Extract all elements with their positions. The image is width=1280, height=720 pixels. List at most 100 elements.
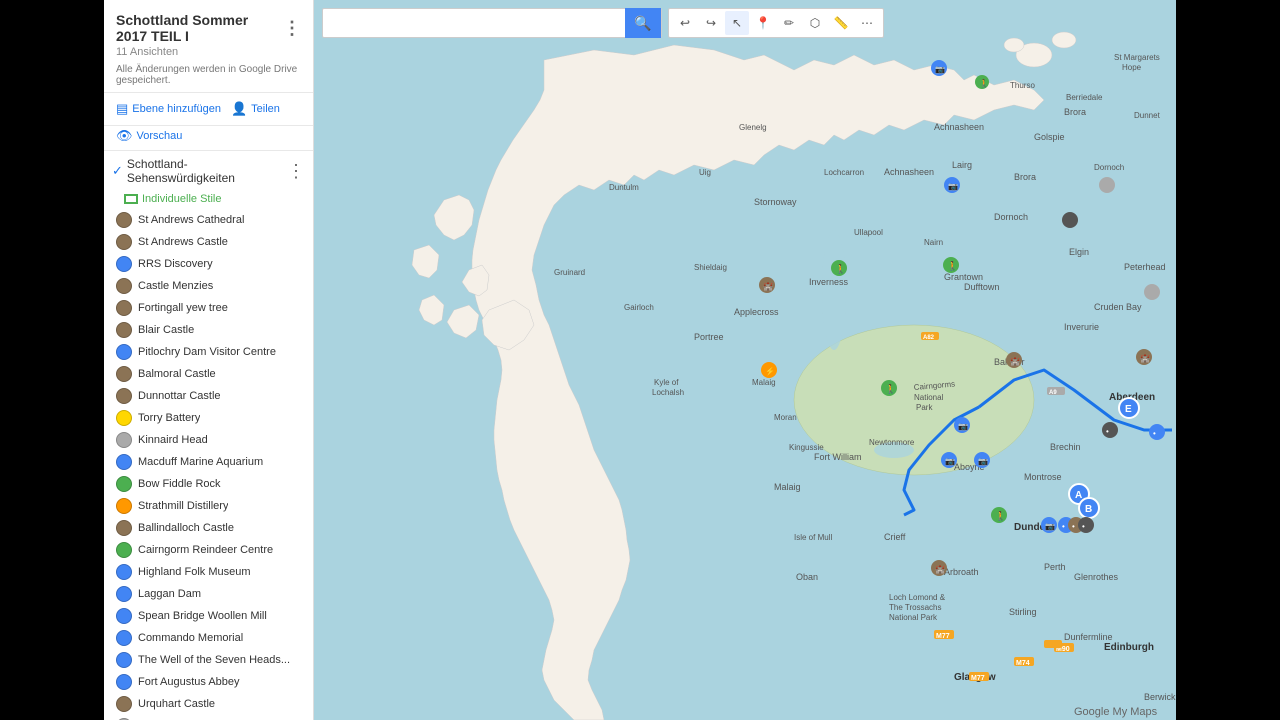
sidebar-actions: ▤ Ebene hinzufügen 👤 Teilen	[104, 93, 313, 126]
svg-text:Kyle of: Kyle of	[654, 378, 679, 387]
poi-item[interactable]: Bow Fiddle Rock	[104, 473, 313, 495]
poi-item[interactable]: Balmoral Castle	[104, 363, 313, 385]
poi-name: Strathmill Distillery	[138, 500, 228, 512]
preview-button[interactable]: 👁 Vorschau	[116, 128, 182, 144]
layer-menu-icon[interactable]: ⋮	[287, 162, 305, 180]
poi-item[interactable]: St Andrews Castle	[104, 231, 313, 253]
add-area-button[interactable]: ⬡	[803, 11, 827, 35]
poi-item[interactable]: Ballindalloch Castle	[104, 517, 313, 539]
poi-item[interactable]: Spean Bridge Woollen Mill	[104, 605, 313, 627]
ruler-button[interactable]: 📏	[829, 11, 853, 35]
poi-icon	[116, 322, 132, 338]
svg-text:Ullapool: Ullapool	[854, 228, 883, 237]
svg-text:🏰: 🏰	[935, 565, 945, 574]
svg-text:•: •	[1072, 522, 1075, 531]
poi-name: Bow Fiddle Rock	[138, 478, 221, 490]
search-input[interactable]	[323, 16, 625, 31]
svg-text:Stirling: Stirling	[1009, 607, 1037, 617]
share-button[interactable]: 👤 Teilen	[231, 101, 280, 117]
poi-item[interactable]: Cairngorm Reindeer Centre	[104, 539, 313, 561]
svg-text:Malaig: Malaig	[752, 378, 776, 387]
svg-text:Inverness: Inverness	[809, 277, 849, 287]
add-marker-button[interactable]: 📍	[751, 11, 775, 35]
svg-text:🏰: 🏰	[1010, 357, 1020, 366]
svg-text:Achnasheen: Achnasheen	[884, 167, 934, 177]
svg-text:National Park: National Park	[889, 613, 938, 622]
svg-text:Dornoch: Dornoch	[1094, 163, 1124, 172]
svg-text:A9: A9	[1049, 390, 1057, 396]
svg-text:Glenelg: Glenelg	[739, 123, 767, 132]
redo-button[interactable]: ↪	[699, 11, 723, 35]
svg-text:Hope: Hope	[1122, 63, 1142, 72]
poi-icon	[116, 256, 132, 272]
poi-item[interactable]: Castle Menzies	[104, 275, 313, 297]
svg-text:Nairn: Nairn	[924, 238, 943, 247]
svg-text:Golspie: Golspie	[1034, 132, 1065, 142]
poi-name: Commando Memorial	[138, 632, 243, 644]
svg-text:Lochcarron: Lochcarron	[824, 168, 864, 177]
share-label: Teilen	[251, 103, 280, 115]
svg-text:📷: 📷	[948, 182, 958, 191]
poi-icon	[116, 234, 132, 250]
poi-icon	[116, 300, 132, 316]
poi-icon	[116, 586, 132, 602]
poi-item[interactable]: Dunnottar Castle	[104, 385, 313, 407]
svg-text:Portree: Portree	[694, 332, 724, 342]
poi-icon	[116, 344, 132, 360]
poi-item[interactable]: Blair Castle	[104, 319, 313, 341]
poi-name: Kinnaird Head	[138, 434, 208, 446]
poi-item[interactable]: Tarbat Ness Lighthouse	[104, 715, 313, 720]
cursor-button[interactable]: ↖	[725, 11, 749, 35]
add-line-button[interactable]: ✏	[777, 11, 801, 35]
poi-item[interactable]: Torry Battery	[104, 407, 313, 429]
svg-text:St Margarets: St Margarets	[1114, 53, 1160, 62]
poi-item[interactable]: Fortingall yew tree	[104, 297, 313, 319]
add-layer-button[interactable]: ▤ Ebene hinzufügen	[116, 101, 221, 117]
sidebar-title-row: Schottland Sommer 2017 TEIL I ⋮	[116, 12, 301, 44]
svg-text:Brora: Brora	[1064, 107, 1086, 117]
poi-item[interactable]: RRS Discovery	[104, 253, 313, 275]
more-tools-button[interactable]: ⋯	[855, 11, 879, 35]
poi-name: Torry Battery	[138, 412, 200, 424]
sidebar-title-text: Schottland Sommer 2017 TEIL I	[116, 12, 283, 44]
poi-item[interactable]: The Well of the Seven Heads...	[104, 649, 313, 671]
individual-style-row: Individuelle Stile	[104, 191, 313, 209]
poi-name: Castle Menzies	[138, 280, 213, 292]
svg-text:Newtonmore: Newtonmore	[869, 438, 915, 447]
poi-name: Pitlochry Dam Visitor Centre	[138, 346, 276, 358]
svg-text:Loch Lomond &: Loch Lomond &	[889, 593, 946, 602]
svg-text:📷: 📷	[978, 457, 988, 466]
poi-item[interactable]: Highland Folk Museum	[104, 561, 313, 583]
svg-text:Kingussie: Kingussie	[789, 443, 824, 452]
preview-row: 👁 Vorschau	[104, 126, 313, 151]
svg-text:Oban: Oban	[796, 572, 818, 582]
poi-item[interactable]: Laggan Dam	[104, 583, 313, 605]
poi-item[interactable]: Macduff Marine Aquarium	[104, 451, 313, 473]
svg-text:🚶: 🚶	[835, 263, 846, 274]
sidebar-menu-icon[interactable]: ⋮	[283, 19, 301, 37]
poi-name: RRS Discovery	[138, 258, 213, 270]
poi-icon	[116, 696, 132, 712]
poi-icon	[116, 278, 132, 294]
sidebar-subtitle: 11 Ansichten	[116, 46, 301, 58]
undo-button[interactable]: ↩	[673, 11, 697, 35]
poi-item[interactable]: Urquhart Castle	[104, 693, 313, 715]
search-button[interactable]: 🔍	[625, 8, 661, 38]
poi-list: St Andrews CathedralSt Andrews Castle RRS…	[104, 209, 313, 720]
map-container: 🔍 ↩ ↪ ↖ 📍 ✏ ⬡ 📏 ⋯	[314, 0, 1176, 720]
poi-item[interactable]: St Andrews Cathedral	[104, 209, 313, 231]
poi-item[interactable]: Strathmill Distillery	[104, 495, 313, 517]
main-screen: Schottland Sommer 2017 TEIL I ⋮ 11 Ansic…	[104, 0, 1176, 720]
svg-text:📷: 📷	[945, 457, 955, 466]
poi-item[interactable]: Commando Memorial	[104, 627, 313, 649]
sidebar-save-note: Alle Änderungen werden in Google Drive g…	[116, 64, 301, 86]
poi-item[interactable]: Kinnaird Head	[104, 429, 313, 451]
add-layer-label: Ebene hinzufügen	[132, 103, 221, 115]
svg-text:Dornoch: Dornoch	[994, 212, 1028, 222]
svg-text:Lochalsh: Lochalsh	[652, 388, 684, 397]
poi-name: Fortingall yew tree	[138, 302, 228, 314]
svg-text:Duntulm: Duntulm	[609, 183, 639, 192]
poi-item[interactable]: Fort Augustus Abbey	[104, 671, 313, 693]
poi-item[interactable]: Pitlochry Dam Visitor Centre	[104, 341, 313, 363]
svg-text:📷: 📷	[958, 422, 968, 431]
